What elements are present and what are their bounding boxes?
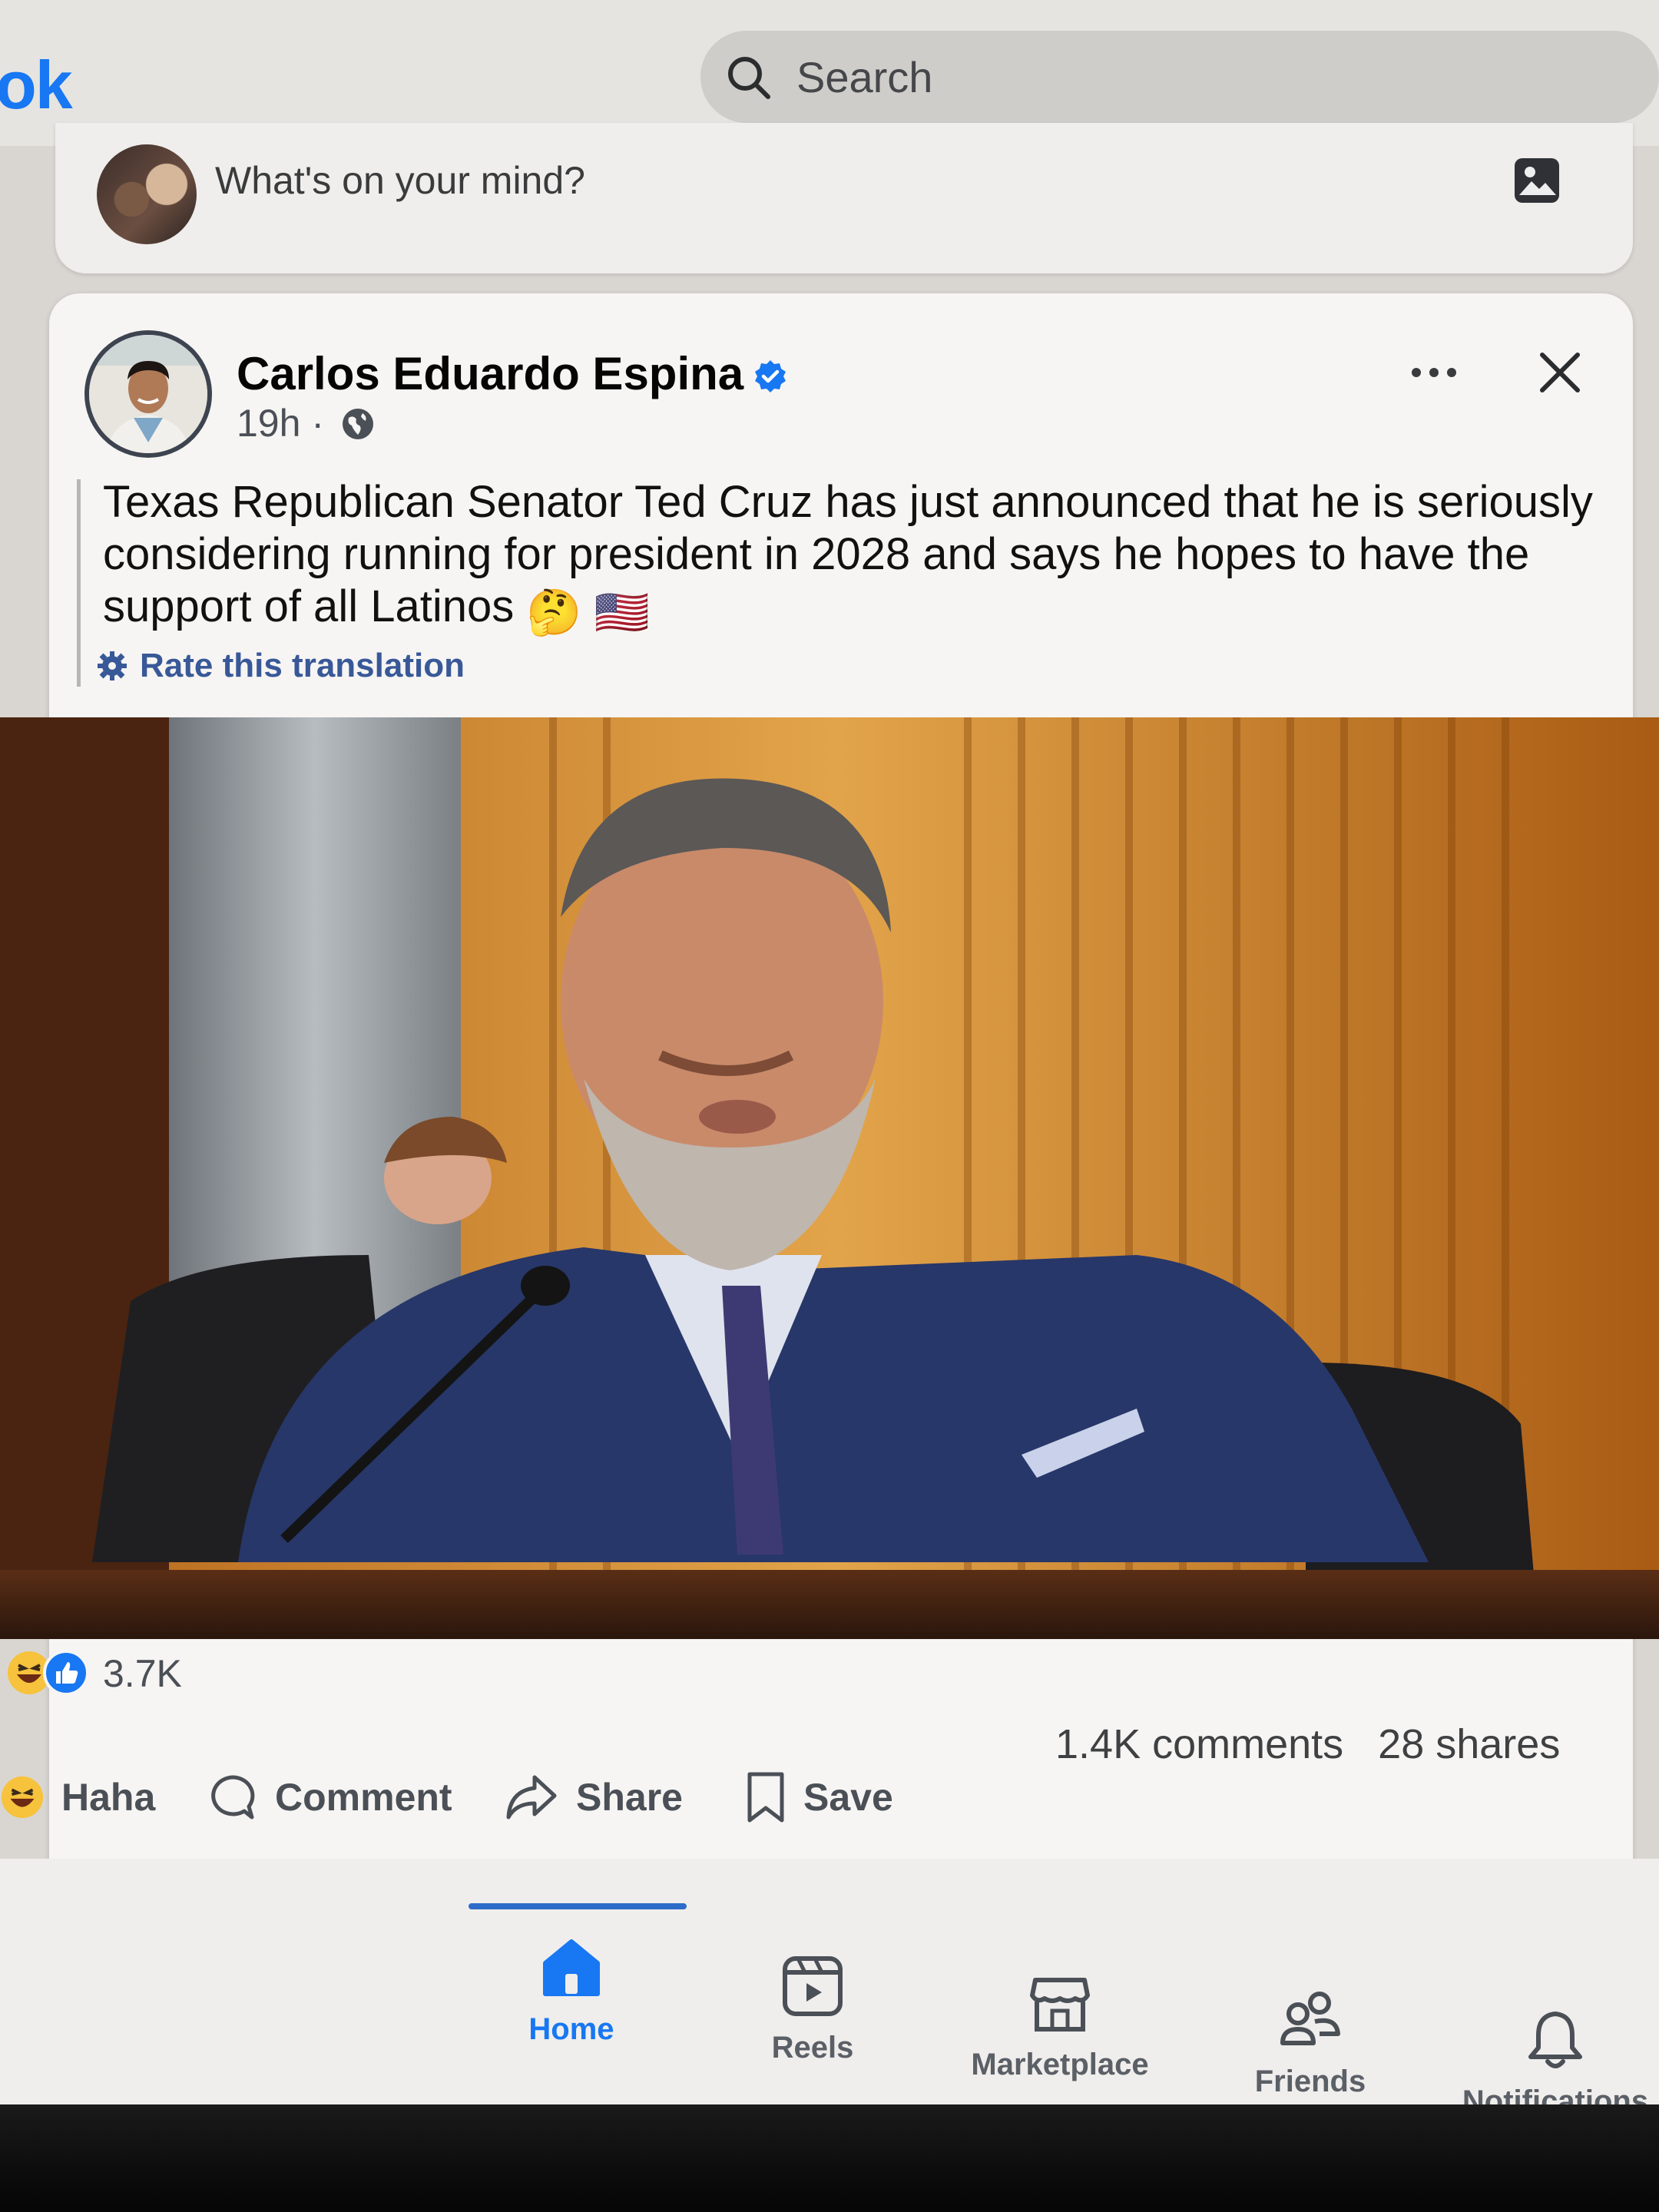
haha-button[interactable]: Haha — [0, 1759, 155, 1836]
post-composer: What's on your mind? — [55, 123, 1633, 273]
post-photo-image — [0, 717, 1659, 1639]
post-photo[interactable] — [0, 717, 1659, 1639]
rate-translation-link[interactable]: Rate this translation — [97, 647, 465, 685]
close-icon[interactable] — [1536, 349, 1584, 396]
search-icon — [728, 57, 770, 99]
haha-icon — [1, 1776, 44, 1819]
composer-prompt[interactable]: What's on your mind? — [215, 158, 585, 203]
avatar[interactable] — [97, 144, 197, 244]
tab-reels[interactable]: Reels — [697, 1954, 928, 2065]
author-avatar-image — [89, 335, 207, 453]
active-tab-indicator — [469, 1903, 687, 1909]
save-label: Save — [803, 1776, 893, 1819]
meta-separator: · — [311, 402, 324, 445]
share-button[interactable]: Share — [504, 1759, 683, 1836]
search-input[interactable]: Search — [796, 52, 932, 102]
post-time[interactable]: 19h — [237, 402, 300, 445]
screen-bezel — [0, 2104, 1659, 2212]
photo-icon[interactable] — [1512, 155, 1562, 206]
verified-icon — [755, 360, 786, 392]
more-icon[interactable] — [1409, 361, 1459, 384]
reels-icon — [783, 1956, 843, 2016]
haha-label: Haha — [61, 1776, 156, 1819]
tab-home-label: Home — [528, 2012, 614, 2046]
translation-quote-bar — [77, 479, 81, 687]
comment-label: Comment — [275, 1776, 452, 1819]
tab-marketplace-label: Marketplace — [971, 2048, 1149, 2081]
search-bar[interactable]: Search — [700, 31, 1659, 123]
home-icon — [543, 1939, 600, 1996]
post-meta: 19h · — [237, 401, 376, 445]
rate-translation-label[interactable]: Rate this translation — [140, 647, 465, 684]
post-actions: Haha Comment Share Save — [0, 1759, 1613, 1859]
author-avatar[interactable] — [84, 330, 212, 458]
share-icon — [506, 1775, 557, 1820]
comment-icon — [211, 1775, 255, 1820]
bell-icon — [1528, 2012, 1582, 2068]
globe-icon — [342, 409, 373, 439]
app-logo[interactable]: ok — [0, 46, 73, 124]
tab-friends-label: Friends — [1254, 2065, 1366, 2098]
comment-button[interactable]: Comment — [209, 1759, 452, 1836]
tab-notifications[interactable]: Notifications — [1452, 2008, 1659, 2119]
share-label: Share — [576, 1776, 683, 1819]
reaction-count[interactable]: 3.7K — [103, 1651, 182, 1696]
post-text: Texas Republican Senator Ted Cruz has ju… — [103, 477, 1593, 631]
save-icon — [747, 1772, 784, 1823]
thinking-emoji: 🤔 — [526, 588, 582, 637]
us-flag-emoji: 🇺🇸 — [594, 588, 650, 637]
author-name[interactable]: Carlos Eduardo Espina — [237, 348, 743, 399]
marketplace-icon — [1030, 1978, 1090, 2032]
feed-post: Carlos Eduardo Espina 19h · Texas Republ… — [0, 293, 1659, 1906]
tab-reels-label: Reels — [771, 2031, 854, 2065]
tab-home[interactable]: Home — [456, 1936, 687, 2047]
friends-icon — [1280, 1992, 1340, 2045]
like-icon — [43, 1650, 89, 1696]
post-author[interactable]: Carlos Eduardo Espina — [237, 347, 788, 400]
gear-icon — [98, 651, 127, 680]
save-button[interactable]: Save — [745, 1759, 893, 1836]
tab-friends[interactable]: Friends — [1195, 1988, 1426, 2099]
tab-marketplace[interactable]: Marketplace — [945, 1971, 1175, 2082]
post-body: Texas Republican Senator Ted Cruz has ju… — [103, 476, 1624, 639]
